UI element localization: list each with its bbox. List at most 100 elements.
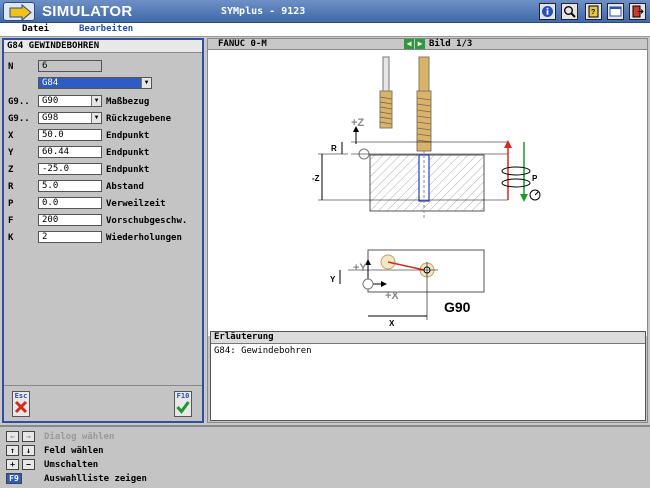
- row-label: X: [8, 131, 14, 141]
- explanation-box: Erläuterung G84: Gewindebohren: [210, 331, 646, 421]
- row-desc: Abstand: [106, 182, 144, 192]
- row-label: Z: [8, 165, 14, 175]
- row-p: P 0.0 Verweilzeit: [4, 197, 202, 211]
- row-desc: Wiederholungen: [106, 233, 182, 243]
- tool-depth-shank: [418, 56, 430, 92]
- title-bar: SIMULATOR SYMplus - 9123 ?: [0, 0, 650, 23]
- window-icon[interactable]: [607, 3, 624, 20]
- masbezug-select[interactable]: G90 ▼: [38, 95, 102, 107]
- minus-z-label: -Z: [312, 174, 320, 183]
- row-label: P: [8, 199, 14, 209]
- r-input[interactable]: 5.0: [38, 180, 102, 192]
- x-dim-label: X: [389, 319, 395, 328]
- program-title: SYMplus - 9123: [221, 6, 306, 17]
- menu-datei[interactable]: Datei: [22, 24, 49, 34]
- row-label: G9..: [8, 114, 30, 124]
- cycle-select[interactable]: G84 ▼: [38, 77, 152, 89]
- info-icon[interactable]: [539, 3, 556, 20]
- help-book-icon[interactable]: ?: [585, 3, 602, 20]
- control-name: FANUC 0-M: [218, 39, 267, 49]
- search-icon[interactable]: [561, 3, 578, 20]
- row-r: R 5.0 Abstand: [4, 180, 202, 194]
- next-page-icon[interactable]: ▶: [415, 39, 425, 49]
- page-indicator: Bild 1/3: [429, 39, 473, 49]
- panel-footer: Esc F10: [4, 385, 202, 421]
- y-dim-label: Y: [330, 275, 336, 284]
- cycle-select-value: G84: [42, 78, 59, 88]
- cycle-diagram: +Z R -Z P +Y +X Y X G90: [208, 50, 647, 336]
- panel-title: G84 GEWINDEBOHREN: [4, 40, 202, 53]
- explanation-text: G84: Gewindebohren: [214, 346, 312, 356]
- right-arrow-key-icon: →: [22, 431, 35, 442]
- row-g9-2: G9.. G98 ▼ Rückzugebene: [4, 112, 202, 126]
- z-input[interactable]: -25.0: [38, 163, 102, 175]
- n-field: 6: [38, 60, 102, 72]
- row-k: K 2 Wiederholungen: [4, 231, 202, 245]
- row-cycle: G84 ▼: [4, 77, 202, 91]
- y-input[interactable]: 60.44: [38, 146, 102, 158]
- row-label: R: [8, 182, 14, 192]
- f9-key-icon: F9: [6, 473, 22, 484]
- graphic-header: FANUC 0-M ◀ ▶ Bild 1/3: [208, 39, 647, 50]
- x-input[interactable]: 50.0: [38, 129, 102, 141]
- menu-bar: Datei Bearbeiten: [0, 23, 650, 37]
- svg-text:?: ?: [591, 9, 595, 16]
- row-desc: Rückzugebene: [106, 114, 172, 124]
- up-arrow-key-icon: ↑: [6, 445, 19, 456]
- f10-label: F10: [176, 392, 190, 400]
- rueckzug-value: G98: [42, 113, 59, 123]
- help-auswahlliste: Auswahlliste zeigen: [44, 474, 147, 484]
- confirm-check-icon: [176, 401, 190, 414]
- row-desc: Endpunkt: [106, 165, 150, 175]
- parameter-panel: G84 GEWINDEBOHREN N 6 G84 ▼ G9.. G90 ▼ M…: [2, 38, 204, 423]
- row-y: Y 60.44 Endpunkt: [4, 146, 202, 160]
- tool-start-shank: [382, 56, 390, 92]
- g90-label: G90: [444, 299, 471, 315]
- y-plus-label: +Y: [353, 262, 367, 274]
- masbezug-value: G90: [42, 96, 59, 106]
- help-dialog: Dialog wählen: [44, 432, 115, 442]
- f10-button[interactable]: F10: [174, 391, 192, 417]
- chevron-down-icon[interactable]: ▼: [91, 113, 101, 123]
- minus-key-icon: −: [22, 459, 35, 470]
- menu-bearbeiten[interactable]: Bearbeiten: [79, 24, 133, 34]
- r-label: R: [331, 144, 337, 153]
- prev-page-icon[interactable]: ◀: [404, 39, 414, 49]
- app-logo-icon: [3, 2, 35, 22]
- x-plus-label: +X: [385, 290, 399, 302]
- graphic-panel: FANUC 0-M ◀ ▶ Bild 1/3 +Z R -Z P +Y +X Y…: [207, 38, 648, 423]
- chevron-down-icon[interactable]: ▼: [141, 78, 151, 88]
- explanation-title: Erläuterung: [211, 332, 645, 344]
- cancel-x-icon: [14, 400, 28, 414]
- p-input[interactable]: 0.0: [38, 197, 102, 209]
- row-label: Y: [8, 148, 14, 158]
- z-plus-label: +Z: [351, 117, 364, 129]
- rueckzug-select[interactable]: G98 ▼: [38, 112, 102, 124]
- help-bar: ← → Dialog wählen ↑ ↓ Feld wählen + − Um…: [0, 425, 650, 488]
- help-feld: Feld wählen: [44, 446, 104, 456]
- f-input[interactable]: 200: [38, 214, 102, 226]
- chevron-down-icon[interactable]: ▼: [91, 96, 101, 106]
- app-title: SIMULATOR: [42, 3, 133, 20]
- row-desc: Endpunkt: [106, 148, 150, 158]
- row-z: Z -25.0 Endpunkt: [4, 163, 202, 177]
- down-arrow-key-icon: ↓: [22, 445, 35, 456]
- row-label: N: [8, 62, 14, 72]
- row-label: G9..: [8, 97, 30, 107]
- plus-key-icon: +: [6, 459, 19, 470]
- esc-button[interactable]: Esc: [12, 391, 30, 417]
- left-arrow-key-icon: ←: [6, 431, 19, 442]
- row-desc: Verweilzeit: [106, 199, 166, 209]
- row-label: K: [8, 233, 14, 243]
- row-label: F: [8, 216, 14, 226]
- k-input[interactable]: 2: [38, 231, 102, 243]
- row-desc: Endpunkt: [106, 131, 150, 141]
- row-desc: Maßbezug: [106, 97, 150, 107]
- exit-icon[interactable]: [629, 3, 646, 20]
- p-label: P: [532, 174, 538, 183]
- row-g9-1: G9.. G90 ▼ Maßbezug: [4, 95, 202, 109]
- esc-label: Esc: [14, 392, 28, 400]
- row-f: F 200 Vorschubgeschw.: [4, 214, 202, 228]
- row-x: X 50.0 Endpunkt: [4, 129, 202, 143]
- row-desc: Vorschubgeschw.: [106, 216, 188, 226]
